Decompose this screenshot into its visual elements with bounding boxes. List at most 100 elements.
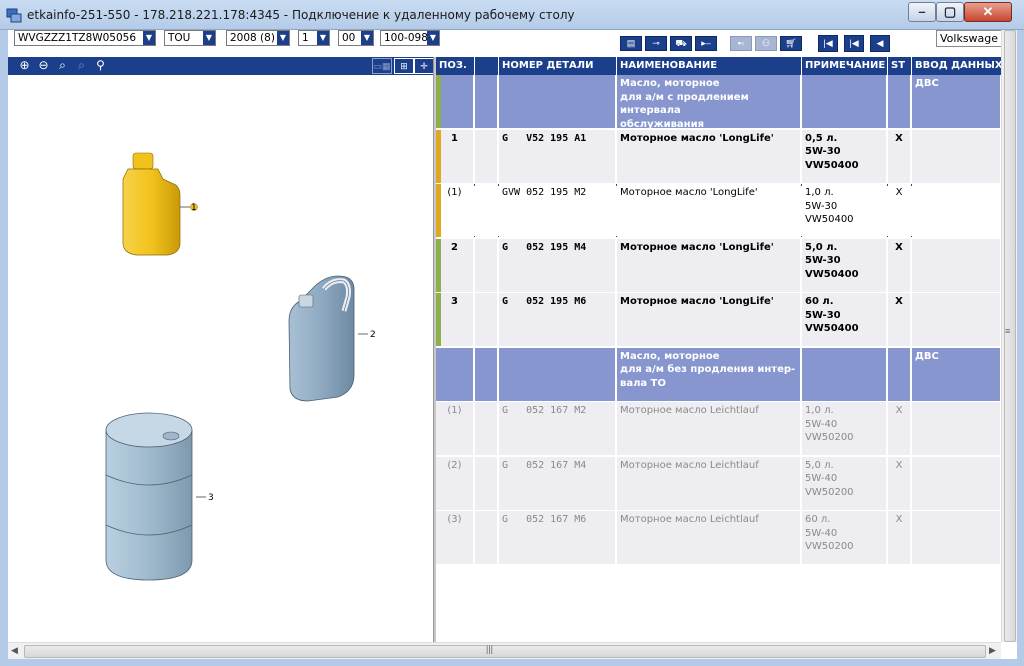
grip-icon: ||| bbox=[486, 644, 494, 654]
car-button[interactable]: ⛟ bbox=[670, 36, 692, 51]
oil-bottle-small[interactable] bbox=[122, 152, 198, 256]
catalog-icon: ▪▫ bbox=[737, 38, 745, 48]
back-button[interactable]: ◀ bbox=[870, 35, 890, 52]
vertical-scrollbar[interactable]: ≡ bbox=[1001, 30, 1017, 642]
st-cell: X bbox=[888, 184, 911, 238]
st-cell: X bbox=[888, 238, 911, 293]
field2-value: 00 bbox=[342, 32, 356, 44]
field3-select[interactable]: 100-098 ▼ bbox=[380, 30, 440, 46]
table-row[interactable]: (1) GVW 052 195 M2 Моторное масло 'LongLif… bbox=[436, 184, 1001, 238]
part-number-cell bbox=[499, 347, 616, 402]
layout-grid-icon[interactable]: ⊞ bbox=[394, 58, 414, 74]
model-select[interactable]: TOU ▼ bbox=[164, 30, 216, 46]
chevron-down-icon[interactable]: ▼ bbox=[203, 31, 215, 45]
table-row[interactable]: 3 G 052 195 M6 Моторное масло 'LongLife' 60… bbox=[436, 293, 1001, 347]
minimize-button[interactable]: – bbox=[908, 2, 936, 22]
st-cell: X bbox=[888, 511, 911, 565]
table-row[interactable]: (1) G 052 167 M2 Моторное масло Leichtlauf… bbox=[436, 402, 1001, 456]
vertical-scroll-thumb[interactable] bbox=[1004, 30, 1016, 642]
resize-icon[interactable]: ✛ bbox=[414, 58, 434, 74]
table-row[interactable]: (3) G 052 167 M6 Моторное масло Leichtlauf… bbox=[436, 511, 1001, 565]
blank-cell bbox=[475, 129, 498, 184]
field1-select[interactable]: 1 ▼ bbox=[298, 30, 330, 46]
field2-select[interactable]: 00 ▼ bbox=[338, 30, 374, 46]
zoom-area-icon[interactable]: ⌕ bbox=[54, 58, 71, 74]
blank-cell bbox=[475, 511, 498, 565]
table-row[interactable]: (2) G 052 167 M4 Моторное масло Leichtlauf… bbox=[436, 456, 1001, 511]
previous-page-button[interactable]: |◀ bbox=[844, 35, 864, 52]
horizontal-scrollbar[interactable]: ◀ ||| ▶ bbox=[8, 642, 1001, 659]
blank-cell bbox=[475, 238, 498, 293]
column-header-blank bbox=[475, 57, 498, 75]
list-button[interactable]: ▤ bbox=[620, 36, 642, 51]
name-cell: Масло, моторное для а/м без продления ин… bbox=[617, 347, 801, 402]
blank-cell bbox=[475, 402, 498, 456]
column-header-input[interactable]: ВВОД ДАННЫХ bbox=[912, 57, 1001, 75]
oil-canister[interactable] bbox=[288, 275, 368, 402]
scroll-right-icon[interactable]: ▶ bbox=[989, 645, 996, 656]
previous-page-icon: |◀ bbox=[849, 38, 859, 48]
column-header-part-number[interactable]: НОМЕР ДЕТАЛИ bbox=[499, 57, 616, 75]
model-value: TOU bbox=[168, 32, 191, 44]
table-group-row[interactable]: Масло, моторное для а/м без продления ин… bbox=[436, 347, 1001, 402]
chevron-down-icon[interactable]: ▼ bbox=[143, 31, 155, 45]
row-status-marker bbox=[436, 293, 441, 347]
cart-button[interactable]: 🛒︎ bbox=[780, 36, 802, 51]
input-cell bbox=[912, 402, 1001, 456]
column-header-st[interactable]: ST bbox=[888, 57, 911, 75]
name-cell: Моторное масло Leichtlauf bbox=[617, 511, 801, 565]
field1-value: 1 bbox=[302, 32, 309, 44]
note-cell: 60 л. 5W-40 VW50200 bbox=[802, 511, 887, 565]
oil-drum[interactable] bbox=[105, 412, 206, 581]
field3-value: 100-098 bbox=[384, 32, 428, 44]
zoom-in-icon[interactable]: ⊕ bbox=[16, 58, 33, 74]
catalog-button[interactable]: ▪▫ bbox=[730, 36, 752, 51]
table-row[interactable]: 1 G V52 195 A1 Моторное масло 'LongLife' 0,… bbox=[436, 129, 1001, 184]
key-button[interactable]: ⊸ bbox=[645, 36, 667, 51]
first-page-icon: |◀ bbox=[823, 38, 833, 48]
table-group-row[interactable]: Масло, моторное для а/м с продлением инт… bbox=[436, 75, 1001, 129]
input-cell bbox=[912, 456, 1001, 511]
input-cell: ДВС bbox=[912, 75, 1001, 129]
first-page-button[interactable]: |◀ bbox=[818, 35, 838, 52]
note-cell: 0,5 л. 5W-30 VW50400 bbox=[802, 129, 887, 184]
column-header-pos[interactable]: ПОЗ. bbox=[436, 57, 474, 75]
chevron-down-icon[interactable]: ▼ bbox=[317, 31, 329, 45]
chevron-down-icon[interactable]: ▼ bbox=[361, 31, 373, 45]
callout-3[interactable]: 3 bbox=[208, 493, 214, 503]
row-status-marker bbox=[436, 184, 441, 238]
pos-cell: 2 bbox=[436, 238, 474, 293]
close-button[interactable]: ✕ bbox=[964, 2, 1012, 22]
user-icon: ⚇ bbox=[761, 38, 771, 48]
blank-cell bbox=[475, 75, 498, 129]
chevron-down-icon[interactable]: ▼ bbox=[427, 31, 439, 45]
brand-value: Volkswage bbox=[940, 32, 999, 45]
maximize-button[interactable]: ▢ bbox=[936, 2, 964, 22]
play-button[interactable]: ▸– bbox=[695, 36, 717, 51]
zoom-out-icon[interactable]: ⊖ bbox=[35, 58, 52, 74]
note-cell: 5,0 л. 5W-40 VW50200 bbox=[802, 456, 887, 511]
callout-2[interactable]: 2 bbox=[370, 330, 376, 340]
name-cell: Моторное масло Leichtlauf bbox=[617, 402, 801, 456]
layout-split-icon: ▭▦ bbox=[372, 58, 392, 74]
table-row[interactable]: 2 G 052 195 M4 Моторное масло 'LongLife' 5,… bbox=[436, 238, 1001, 293]
horizontal-scroll-thumb[interactable] bbox=[24, 645, 986, 658]
vin-select[interactable]: WVGZZZ1TZ8W05056 ▼ bbox=[14, 30, 156, 46]
column-header-note[interactable]: ПРИМЕЧАНИЕ bbox=[802, 57, 887, 75]
window-titlebar[interactable]: etkainfo-251-550 - 178.218.221.178:4345 … bbox=[0, 0, 1024, 30]
search-icon[interactable]: ⚲ bbox=[92, 58, 109, 74]
parts-illustration: 1 2 3 bbox=[8, 75, 433, 642]
zoom-fit-icon: ⌕ bbox=[78, 58, 85, 72]
user-button[interactable]: ⚇ bbox=[755, 36, 777, 51]
chevron-down-icon[interactable]: ▼ bbox=[277, 31, 289, 45]
pos-cell: (1) bbox=[436, 184, 474, 238]
parts-table: ПОЗ. НОМЕР ДЕТАЛИ НАИМЕНОВАНИЕ ПРИМЕЧАНИ… bbox=[436, 57, 1001, 642]
input-cell bbox=[912, 129, 1001, 184]
column-header-name[interactable]: НАИМЕНОВАНИЕ bbox=[617, 57, 801, 75]
scroll-left-icon[interactable]: ◀ bbox=[11, 645, 18, 656]
blank-cell bbox=[475, 184, 498, 238]
callout-1[interactable]: 1 bbox=[191, 203, 197, 213]
year-select[interactable]: 2008 (8) ▼ bbox=[226, 30, 290, 46]
blank-cell bbox=[475, 293, 498, 347]
input-cell bbox=[912, 238, 1001, 293]
